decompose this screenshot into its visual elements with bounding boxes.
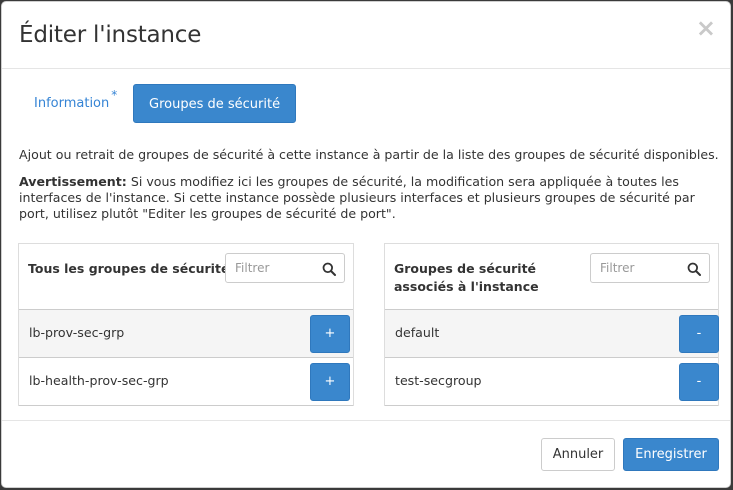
assigned-groups-title: Groupes de sécurité associés à l'instanc… (394, 261, 539, 294)
modal-footer: Annuler Enregistrer (2, 420, 730, 487)
help-text: Ajout ou retrait de groupes de sécurité … (19, 147, 719, 162)
tab-security-groups-label: Groupes de sécurité (149, 97, 281, 112)
group-name: test-secgroup (395, 373, 482, 388)
warning-label: Avertissement: (19, 174, 127, 189)
warning-text: Avertissement: Si vous modifiez ici les … (19, 174, 719, 222)
save-button[interactable]: Enregistrer (623, 438, 719, 471)
required-marker: * (111, 88, 118, 102)
search-icon (322, 262, 336, 276)
assigned-filter-input[interactable] (600, 259, 682, 277)
available-filter (225, 253, 345, 283)
list-item: test-secgroup - (385, 358, 719, 406)
assigned-groups-header: Groupes de sécurité associés à l'instanc… (385, 243, 718, 310)
remove-group-button[interactable]: - (679, 363, 719, 401)
close-icon[interactable]: × (696, 16, 716, 40)
list-item: default - (385, 310, 719, 358)
available-groups-header: Tous les groupes de sécurité (19, 243, 353, 310)
search-icon (687, 262, 701, 276)
remove-group-button[interactable]: - (679, 315, 719, 353)
group-name: lb-health-prov-sec-grp (29, 373, 169, 388)
tab-information-label: Information (34, 96, 110, 111)
list-item: lb-prov-sec-grp + (19, 310, 353, 358)
list-item: lb-health-prov-sec-grp + (19, 358, 353, 406)
modal-title: Éditer l'instance (19, 22, 202, 48)
available-groups-panel: Tous les groupes de sécurité lb-prov-sec… (18, 243, 354, 406)
add-group-button[interactable]: + (310, 315, 350, 353)
edit-instance-modal: Éditer l'instance × Information* Groupes… (1, 1, 731, 488)
modal-header: Éditer l'instance × (2, 2, 730, 69)
cancel-button[interactable]: Annuler (541, 438, 615, 471)
group-name: lb-prov-sec-grp (29, 325, 125, 340)
assigned-filter (590, 253, 710, 283)
add-group-button[interactable]: + (310, 363, 350, 401)
assigned-groups-panel: Groupes de sécurité associés à l'instanc… (384, 243, 719, 406)
available-groups-title: Tous les groupes de sécurité (28, 261, 230, 276)
tab-information[interactable]: Information* (19, 84, 130, 123)
tab-security-groups[interactable]: Groupes de sécurité (133, 84, 297, 123)
group-name: default (395, 325, 440, 340)
available-filter-input[interactable] (235, 259, 317, 277)
